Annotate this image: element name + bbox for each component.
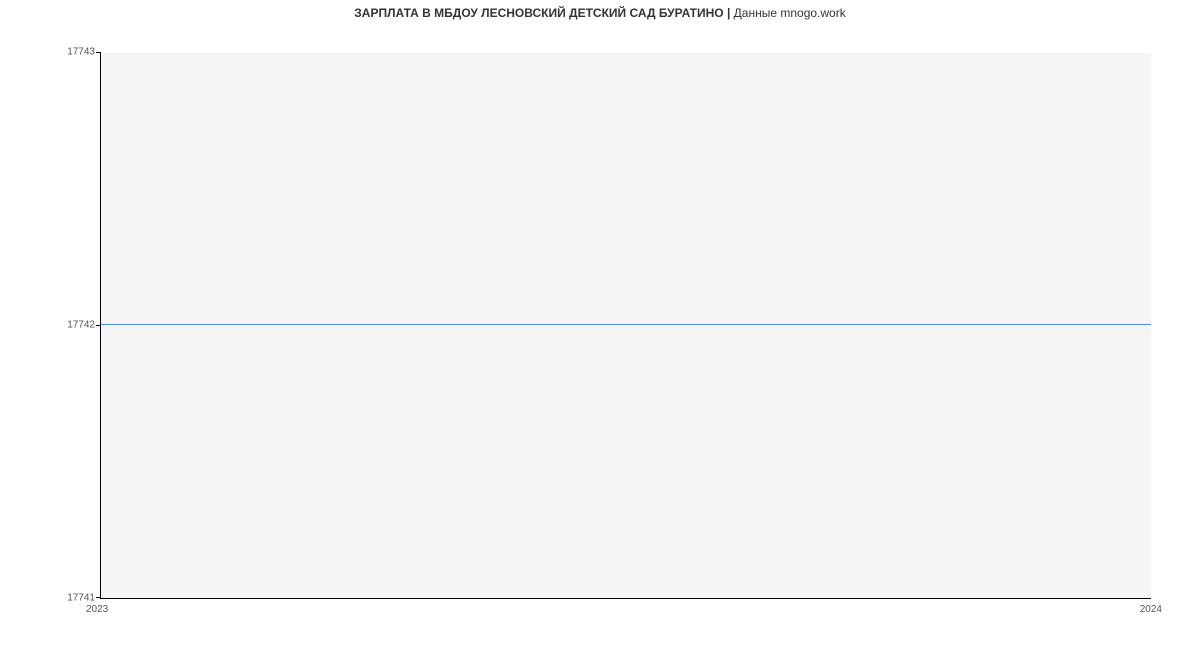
- gridline-y: [101, 52, 1151, 53]
- plot-area: [100, 52, 1151, 599]
- y-axis-label: 17743: [5, 47, 95, 58]
- chart-title-sep: |: [724, 6, 734, 20]
- y-axis-label: 17742: [5, 320, 95, 331]
- chart-title-source-prefix: Данные: [734, 6, 781, 20]
- x-axis-label: 2023: [86, 604, 108, 615]
- gridline-y: [101, 325, 1151, 326]
- x-axis-label: 2024: [1140, 604, 1162, 615]
- chart-container: ЗАРПЛАТА В МБДОУ ЛЕСНОВСКИЙ ДЕТСКИЙ САД …: [0, 0, 1200, 650]
- chart-title-main: ЗАРПЛАТА В МБДОУ ЛЕСНОВСКИЙ ДЕТСКИЙ САД …: [354, 6, 723, 20]
- chart-title: ЗАРПЛАТА В МБДОУ ЛЕСНОВСКИЙ ДЕТСКИЙ САД …: [0, 6, 1200, 20]
- data-line: [101, 324, 1151, 325]
- chart-title-source: mnogo.work: [780, 6, 845, 20]
- y-axis-label: 17741: [5, 593, 95, 604]
